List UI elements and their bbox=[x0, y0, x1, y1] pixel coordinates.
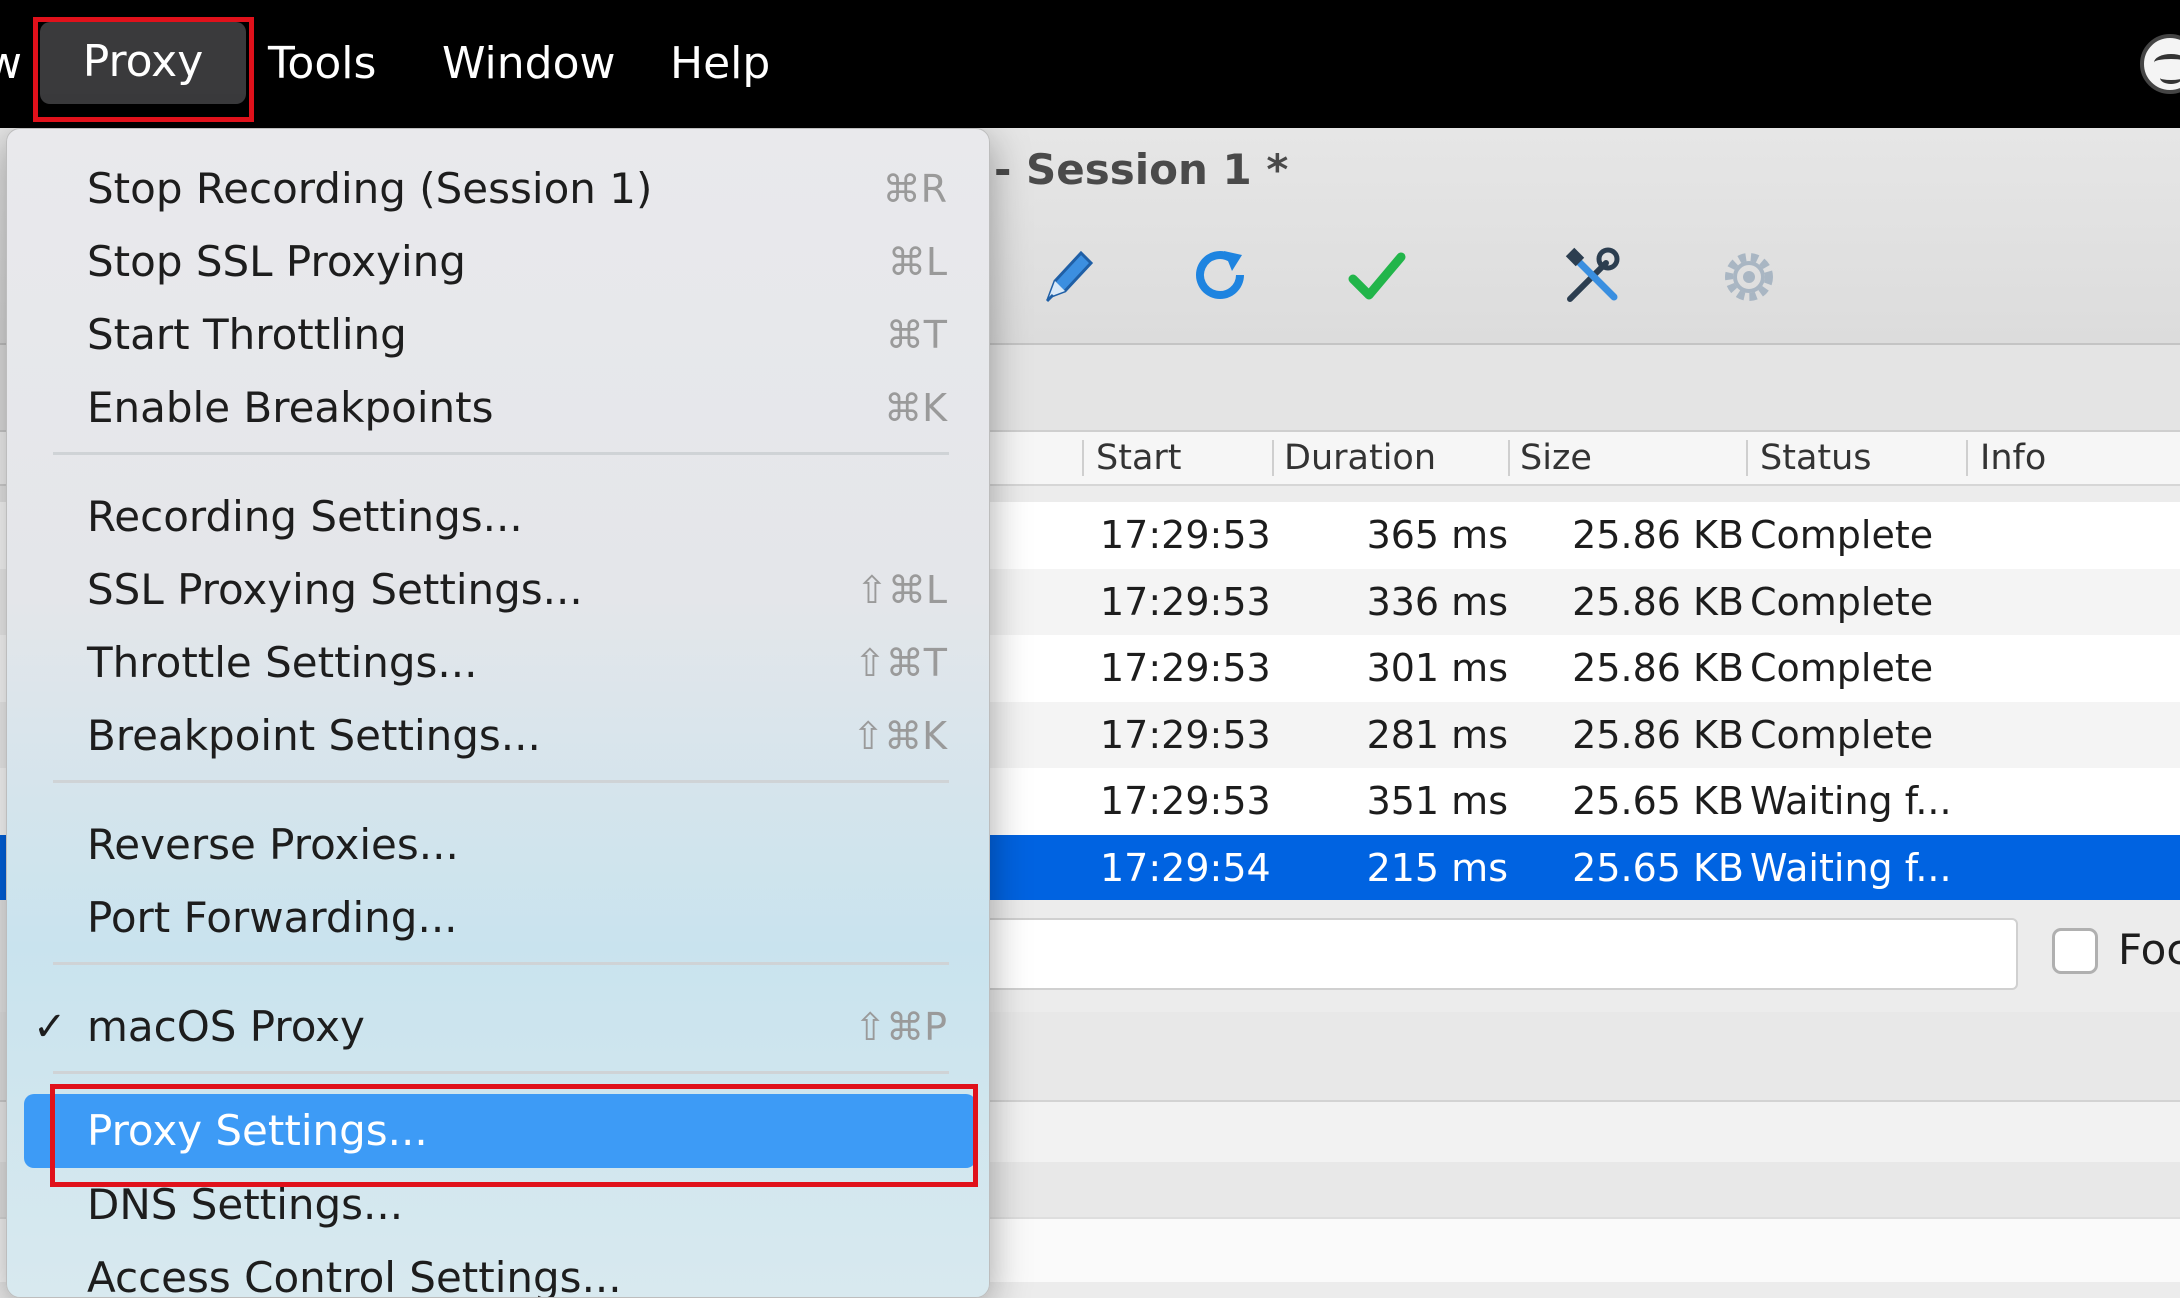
menu-item-macos-proxy[interactable]: ✓ macOS Proxy ⇧⌘P bbox=[7, 993, 989, 1061]
column-separator[interactable] bbox=[1272, 440, 1274, 476]
tools-icon[interactable] bbox=[1560, 245, 1624, 309]
menu-item-shortcut: ⇧⌘P bbox=[854, 1005, 947, 1049]
menu-separator bbox=[53, 1071, 949, 1074]
menu-item-shortcut: ⌘R bbox=[882, 167, 947, 211]
menu-bar: w Proxy Tools Window Help bbox=[0, 0, 2180, 128]
menu-item-label: Stop SSL Proxying bbox=[87, 237, 466, 286]
column-header-size[interactable]: Size bbox=[1520, 432, 1592, 484]
cell-duration: 365 ms bbox=[1366, 513, 1508, 557]
window-title: - Session 1 * bbox=[994, 145, 1289, 194]
charles-logo-icon[interactable] bbox=[2140, 34, 2180, 94]
menu-item-stop-recording[interactable]: Stop Recording (Session 1) ⌘R bbox=[7, 155, 989, 223]
menu-separator bbox=[53, 780, 949, 783]
cell-size: 25.65 KB bbox=[1572, 779, 1744, 823]
menu-item-label: Recording Settings... bbox=[87, 492, 523, 541]
cell-status: Complete bbox=[1750, 579, 1934, 624]
menu-item-breakpoint-settings[interactable]: Breakpoint Settings... ⇧⌘K bbox=[7, 702, 989, 770]
menu-item-label: Breakpoint Settings... bbox=[87, 711, 541, 760]
cell-size: 25.86 KB bbox=[1572, 646, 1744, 690]
menu-help[interactable]: Help bbox=[670, 24, 770, 104]
filter-input[interactable] bbox=[900, 918, 2018, 990]
cell-duration: 336 ms bbox=[1366, 579, 1508, 624]
focus-checkbox[interactable] bbox=[2052, 928, 2098, 974]
menu-item-stop-ssl-proxying[interactable]: Stop SSL Proxying ⌘L bbox=[7, 228, 989, 296]
column-separator[interactable] bbox=[1508, 440, 1510, 476]
column-header-status[interactable]: Status bbox=[1760, 432, 1872, 484]
checkmark-icon[interactable] bbox=[1345, 245, 1409, 309]
menu-item-label: Enable Breakpoints bbox=[87, 383, 494, 432]
gear-icon[interactable] bbox=[1717, 245, 1781, 309]
menu-tools[interactable]: Tools bbox=[268, 24, 376, 104]
pen-icon[interactable] bbox=[1035, 245, 1099, 309]
proxy-menu-highlight-box bbox=[33, 17, 254, 122]
cell-size: 25.65 KB bbox=[1572, 845, 1744, 890]
cell-status: Waiting f... bbox=[1750, 845, 1952, 890]
menu-item-shortcut: ⇧⌘K bbox=[852, 714, 947, 758]
menu-bar-partial-item[interactable]: w bbox=[0, 24, 22, 104]
column-header-start[interactable]: Start bbox=[1096, 432, 1182, 484]
menu-item-throttle-settings[interactable]: Throttle Settings... ⇧⌘T bbox=[7, 629, 989, 697]
column-header-info[interactable]: Info bbox=[1980, 432, 2046, 484]
menu-item-label: Reverse Proxies... bbox=[87, 820, 459, 869]
column-separator[interactable] bbox=[1082, 440, 1084, 476]
menu-item-shortcut: ⌘L bbox=[887, 240, 947, 284]
menu-item-label: Throttle Settings... bbox=[87, 638, 478, 687]
column-header-duration[interactable]: Duration bbox=[1284, 432, 1436, 484]
cell-size: 25.86 KB bbox=[1572, 513, 1744, 557]
cell-duration: 215 ms bbox=[1366, 845, 1508, 890]
menu-item-shortcut: ⇧⌘L bbox=[855, 568, 947, 612]
refresh-icon[interactable] bbox=[1190, 245, 1254, 309]
cell-status: Complete bbox=[1750, 712, 1934, 757]
cell-status: Complete bbox=[1750, 513, 1934, 557]
cell-duration: 281 ms bbox=[1366, 712, 1508, 757]
menu-item-port-forwarding[interactable]: Port Forwarding... bbox=[7, 884, 989, 952]
menu-item-shortcut: ⌘T bbox=[885, 313, 947, 357]
menu-separator bbox=[53, 962, 949, 965]
cell-duration: 351 ms bbox=[1366, 779, 1508, 823]
cell-status: Complete bbox=[1750, 646, 1934, 690]
menu-item-ssl-proxying-settings[interactable]: SSL Proxying Settings... ⇧⌘L bbox=[7, 556, 989, 624]
menu-item-access-control-settings[interactable]: Access Control Settings... bbox=[7, 1244, 989, 1298]
menu-item-recording-settings[interactable]: Recording Settings... bbox=[7, 483, 989, 551]
menu-item-label: macOS Proxy bbox=[87, 1002, 365, 1051]
menu-item-reverse-proxies[interactable]: Reverse Proxies... bbox=[7, 811, 989, 879]
menu-item-shortcut: ⌘K bbox=[884, 386, 947, 430]
menu-item-label: Port Forwarding... bbox=[87, 893, 458, 942]
menu-item-label: Start Throttling bbox=[87, 310, 407, 359]
menu-item-shortcut: ⇧⌘T bbox=[853, 641, 947, 685]
menu-item-label: SSL Proxying Settings... bbox=[87, 565, 583, 614]
cell-size: 25.86 KB bbox=[1572, 579, 1744, 624]
cell-size: 25.86 KB bbox=[1572, 712, 1744, 757]
checkmark-icon: ✓ bbox=[33, 1004, 67, 1050]
menu-item-label: Access Control Settings... bbox=[87, 1253, 622, 1298]
menu-separator bbox=[53, 452, 949, 455]
proxy-settings-highlight-box bbox=[50, 1084, 978, 1187]
menu-window[interactable]: Window bbox=[442, 24, 616, 104]
menu-item-label: Stop Recording (Session 1) bbox=[87, 164, 653, 213]
menu-item-start-throttling[interactable]: Start Throttling ⌘T bbox=[7, 301, 989, 369]
column-separator[interactable] bbox=[1966, 440, 1968, 476]
column-separator[interactable] bbox=[1746, 440, 1748, 476]
cell-status: Waiting f... bbox=[1750, 779, 1952, 823]
focus-label: Foc bbox=[2118, 925, 2180, 974]
cell-duration: 301 ms bbox=[1366, 646, 1508, 690]
menu-item-enable-breakpoints[interactable]: Enable Breakpoints ⌘K bbox=[7, 374, 989, 442]
